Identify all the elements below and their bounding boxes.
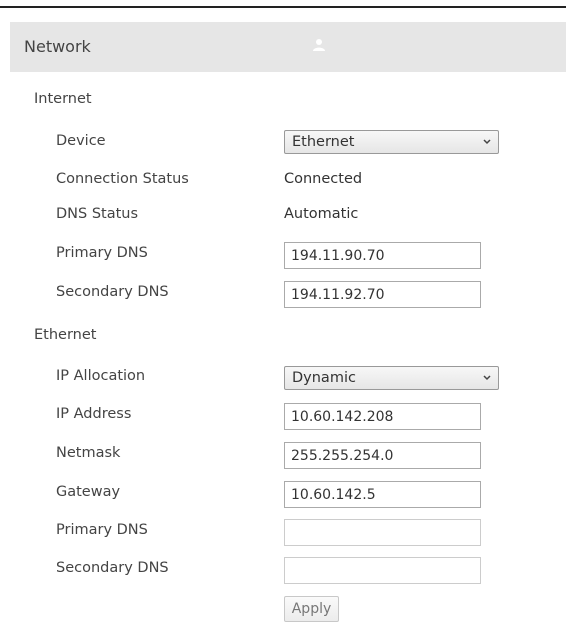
ethernet-secondary-dns-input[interactable]: [284, 557, 481, 584]
gateway-input[interactable]: [284, 481, 481, 508]
primary-dns-label: Primary DNS: [56, 245, 148, 261]
person-icon: [313, 39, 325, 51]
apply-button[interactable]: Apply: [284, 596, 339, 622]
chevron-down-icon: [483, 139, 491, 145]
ip-allocation-select-value: Dynamic: [292, 370, 356, 386]
section-label-internet: Internet: [34, 91, 92, 107]
ethernet-primary-dns-label: Primary DNS: [56, 522, 148, 538]
dns-status-label: DNS Status: [56, 206, 139, 222]
ip-address-label: IP Address: [56, 406, 132, 422]
connection-status-value: Connected: [284, 171, 363, 187]
ethernet-primary-dns-input[interactable]: [284, 519, 481, 546]
netmask-label: Netmask: [56, 445, 121, 461]
ip-allocation-label: IP Allocation: [56, 368, 146, 384]
ip-allocation-select[interactable]: Dynamic: [284, 366, 499, 390]
section-label-ethernet: Ethernet: [34, 327, 97, 343]
secondary-dns-input[interactable]: [284, 281, 481, 308]
netmask-input[interactable]: [284, 442, 481, 469]
panel-title: Network: [24, 37, 91, 56]
gateway-label: Gateway: [56, 484, 121, 500]
network-panel-header[interactable]: Network: [10, 22, 566, 72]
connection-status-label: Connection Status: [56, 171, 189, 187]
chevron-down-icon: [483, 375, 491, 381]
device-label: Device: [56, 133, 106, 149]
secondary-dns-label: Secondary DNS: [56, 284, 169, 300]
primary-dns-input[interactable]: [284, 242, 481, 269]
top-border-line: [0, 6, 566, 8]
ethernet-secondary-dns-label: Secondary DNS: [56, 560, 169, 576]
dns-status-value: Automatic: [284, 206, 359, 222]
device-select[interactable]: Ethernet: [284, 130, 499, 154]
ip-address-input[interactable]: [284, 403, 481, 430]
device-select-value: Ethernet: [292, 134, 355, 150]
